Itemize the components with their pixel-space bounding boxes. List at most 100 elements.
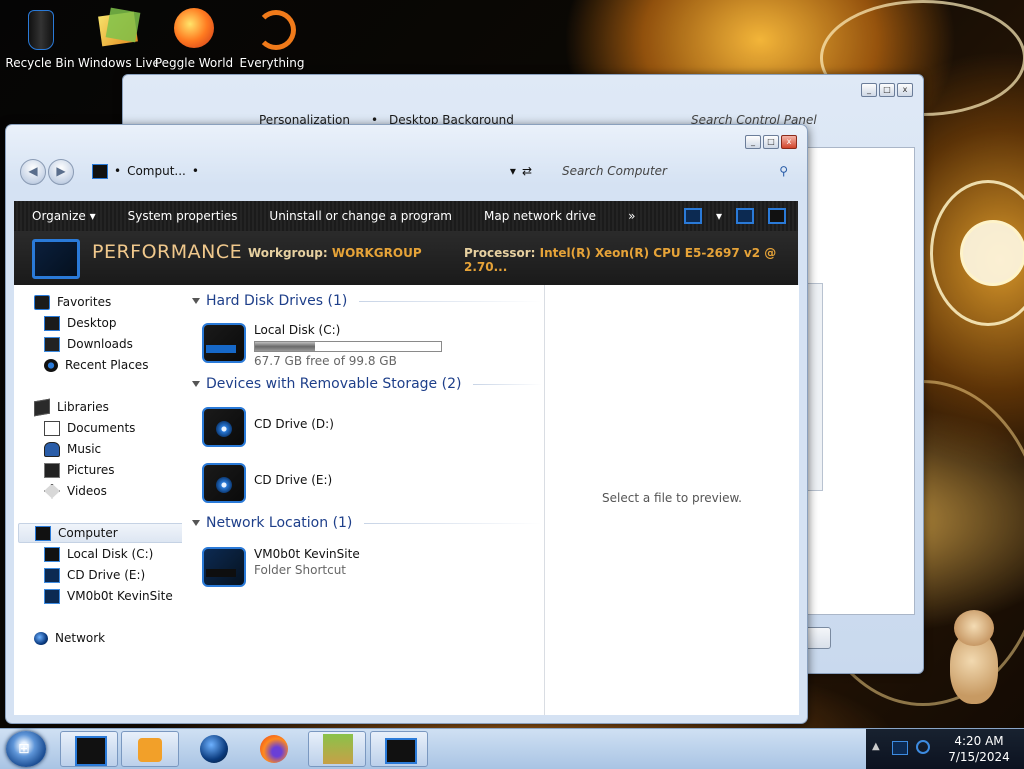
disk-usage-bar [254, 341, 442, 352]
group-removable-storage[interactable]: Devices with Removable Storage (2) [192, 376, 542, 392]
desktop-icon-peggle-world[interactable]: Peggle World [154, 4, 234, 70]
address-bar[interactable]: • Comput... • ▾ ⇄ [92, 161, 532, 181]
toolbar-overflow-button[interactable]: » [610, 209, 649, 223]
preview-pane: Select a file to preview. [544, 285, 799, 715]
nav-vm0b0t-kevinsite[interactable]: VM0b0t KevinSite [44, 587, 173, 605]
network-tray-icon[interactable] [892, 741, 908, 755]
forward-arrow-icon: ▶ [56, 164, 66, 178]
nav-network[interactable]: Network [34, 629, 105, 647]
peggle-world-icon [172, 6, 216, 50]
drive-free-space: 67.7 GB free of 99.8 GB [254, 354, 397, 368]
preview-pane-icon[interactable] [736, 208, 754, 224]
hard-disk-icon [44, 546, 60, 562]
collapse-triangle-icon[interactable] [192, 298, 200, 304]
globe-icon [200, 735, 228, 763]
nav-local-disk-c[interactable]: Local Disk (C:) [44, 545, 153, 563]
change-view-icon[interactable] [683, 208, 702, 224]
location-type: Folder Shortcut [254, 563, 347, 577]
nav-music[interactable]: Music [44, 440, 101, 458]
start-button[interactable]: ⊞ [6, 731, 46, 767]
nav-computer[interactable]: Computer [18, 523, 186, 543]
computer-icon [385, 738, 417, 764]
system-properties-button[interactable]: System properties [110, 209, 252, 223]
nav-recent-places[interactable]: Recent Places [44, 356, 148, 374]
drive-local-disk-c[interactable]: Local Disk (C:) 67.7 GB free of 99.8 GB [200, 319, 442, 368]
minimize-button[interactable]: _ [861, 83, 877, 97]
computer-explorer-window[interactable]: _ □ x ◀ ▶ • Comput... • ▾ ⇄ Search Compu… [5, 124, 808, 724]
taskbar-computer[interactable] [370, 731, 428, 767]
network-location-vm0b0t[interactable]: VM0b0t KevinSite Folder Shortcut [200, 543, 360, 589]
windows-logo-icon: ⊞ [18, 741, 30, 757]
collapse-triangle-icon[interactable] [192, 381, 200, 387]
drive-name: Local Disk (C:) [254, 323, 341, 337]
desktop-icon-label: Everything [239, 56, 305, 70]
breadcrumb-computer[interactable]: Comput... [127, 164, 186, 178]
address-dropdown-icon[interactable]: ▾ [510, 164, 516, 178]
nav-desktop[interactable]: Desktop [44, 314, 117, 332]
hard-disk-icon [200, 319, 246, 365]
location-name: VM0b0t KevinSite [254, 547, 360, 561]
workgroup-info: Workgroup: WORKGROUP [248, 246, 422, 260]
minimize-button[interactable]: _ [745, 135, 761, 149]
uninstall-program-button[interactable]: Uninstall or change a program [251, 209, 466, 223]
taskbar-media-player[interactable] [121, 731, 179, 767]
system-tray: ▲ 4:20 AM 7/15/2024 [866, 729, 1024, 769]
back-button[interactable]: ◀ [20, 159, 46, 185]
group-title: Devices with Removable Storage (2) [206, 376, 462, 392]
nav-libraries[interactable]: Libraries [34, 398, 109, 416]
group-network-location[interactable]: Network Location (1) [192, 515, 542, 531]
computer-icon [35, 525, 51, 541]
group-divider [364, 522, 542, 524]
map-network-drive-button[interactable]: Map network drive [466, 209, 610, 223]
navigation-pane: Favorites Desktop Downloads Recent Place… [14, 285, 186, 715]
processor-info: Processor: Intel(R) Xeon(R) CPU E5-2697 … [464, 246, 798, 274]
nav-cd-drive-e[interactable]: CD Drive (E:) [44, 566, 145, 584]
wallpaper-swirl [960, 220, 1024, 286]
show-hidden-icons[interactable]: ▲ [872, 741, 880, 752]
videos-icon [44, 483, 60, 499]
nav-favorites[interactable]: Favorites [34, 293, 111, 311]
nav-videos[interactable]: Videos [44, 482, 107, 500]
desktop-icon-recycle-bin[interactable]: Recycle Bin [0, 4, 80, 70]
nav-downloads[interactable]: Downloads [44, 335, 133, 353]
drive-cd-d[interactable]: CD Drive (D:) [200, 403, 334, 449]
drive-cd-e[interactable]: CD Drive (E:) [200, 459, 332, 505]
volume-tray-icon[interactable] [916, 740, 930, 754]
help-icon[interactable] [768, 208, 786, 224]
maximize-button[interactable]: □ [879, 83, 895, 97]
view-dropdown-icon[interactable]: ▾ [716, 209, 722, 223]
search-input[interactable]: Search Computer ⚲ [556, 161, 794, 181]
group-hard-disk-drives[interactable]: Hard Disk Drives (1) [192, 293, 542, 309]
taskbar-box-app[interactable] [308, 731, 366, 767]
nav-label: Computer [58, 526, 118, 540]
workgroup-value: WORKGROUP [331, 246, 422, 260]
preview-message: Select a file to preview. [602, 491, 742, 505]
collapse-triangle-icon[interactable] [192, 520, 200, 526]
close-button[interactable]: x [781, 135, 797, 149]
organize-button[interactable]: Organize ▾ [14, 209, 110, 223]
taskbar-explorer[interactable] [60, 731, 118, 767]
desktop-icon-everything[interactable]: Everything [232, 4, 312, 70]
taskbar-firefox[interactable] [246, 731, 304, 767]
maximize-button[interactable]: □ [763, 135, 779, 149]
group-divider [359, 300, 542, 302]
taskbar-globe[interactable] [186, 731, 244, 767]
clock[interactable]: 4:20 AM 7/15/2024 [944, 733, 1014, 765]
nav-label: Desktop [67, 316, 117, 330]
command-toolbar: Organize ▾ System properties Uninstall o… [14, 201, 798, 231]
media-player-icon [138, 738, 162, 762]
bg-scrollbar[interactable] [807, 283, 823, 491]
refresh-icon[interactable]: ⇄ [522, 164, 532, 178]
content-pane: Hard Disk Drives (1) Local Disk (C:) 67.… [182, 285, 544, 715]
drive-name: CD Drive (E:) [254, 473, 333, 487]
nav-documents[interactable]: Documents [44, 419, 135, 437]
hamster-desktop-pet [944, 610, 1004, 706]
close-button[interactable]: x [897, 83, 913, 97]
recycle-bin-icon [18, 6, 62, 50]
nav-pictures[interactable]: Pictures [44, 461, 115, 479]
desktop-icon-windows-live-mail[interactable]: Windows Live Ma [78, 4, 158, 70]
breadcrumb-separator: • [114, 164, 122, 178]
nav-label: Libraries [57, 400, 109, 414]
breadcrumb-separator: • [191, 164, 199, 178]
forward-button[interactable]: ▶ [48, 159, 74, 185]
